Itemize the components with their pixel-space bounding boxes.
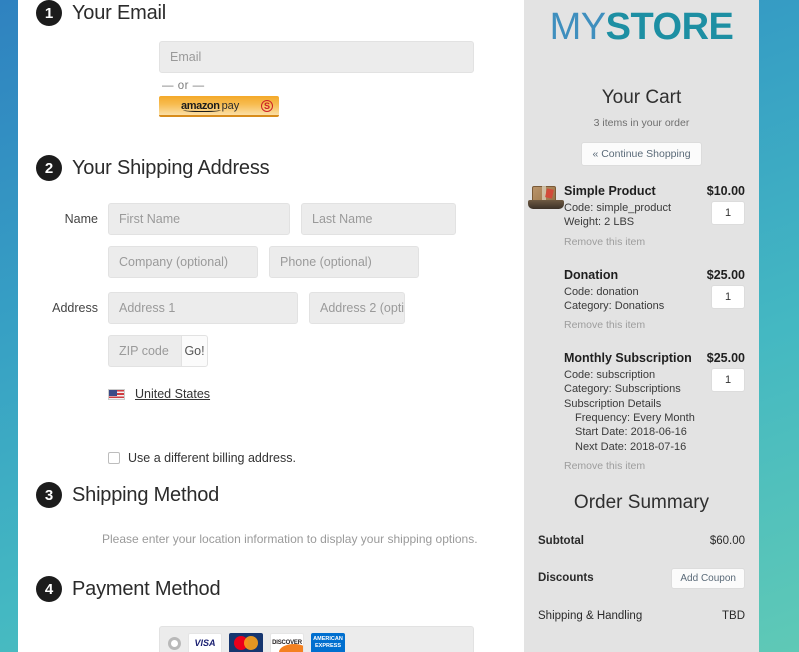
name-row: Name First Name Last Name Company (optio… [36,203,506,278]
us-flag-icon [108,388,125,400]
cart-sidebar: MYSTORE Your Cart 3 items in your order … [524,0,759,652]
summary-row-discounts: Discounts Add Coupon [524,567,759,589]
email-block: Email — or — amazon pay S [159,41,474,117]
amazon-pay-word-pay: pay [221,99,240,112]
amazon-pay-button[interactable]: amazon pay S [159,96,279,117]
step1-header: 1 Your Email [36,0,166,26]
shipping-handling-label: Shipping & Handling [538,609,643,622]
logo-text-store: STORE [605,6,734,48]
address2-input[interactable]: Address 2 (optional) [309,292,405,324]
shipping-handling-value: TBD [722,609,745,622]
subtotal-value: $60.00 [709,534,745,547]
page-title-payment-method: Payment Method [72,577,221,600]
address-fields: Address 1 Address 2 (optional) ZIP code … [108,292,506,465]
name-fields: First Name Last Name Company (optional) … [108,203,506,278]
amex-icon: AMERICAN EXPRESS [311,632,345,652]
section-payment-method: 4 Payment Method VISA DISCOVER AMERICAN E… [36,576,506,652]
or-separator: — or — [162,80,205,92]
cart-item-start-date: Start Date: 2018-06-16 [575,426,687,439]
section-shipping-address: 2 Your Shipping Address Name First Name … [36,155,506,475]
discover-icon: DISCOVER [270,632,304,652]
summary-row-shipping: Shipping & Handling TBD [524,610,759,622]
country-label[interactable]: United States [135,387,210,401]
name-label: Name [64,212,98,226]
subtotal-label: Subtotal [538,534,584,547]
address-row: Address Address 1 Address 2 (optional) Z… [36,292,506,465]
order-summary: Order Summary Subtotal $60.00 Discounts … [524,492,759,622]
cart-item-frequency: Frequency: Every Month [575,412,695,425]
email-input[interactable]: Email [159,41,474,73]
order-summary-title: Order Summary [573,491,710,513]
quantity-input[interactable]: 1 [711,201,745,225]
credit-card-option-row[interactable]: VISA DISCOVER AMERICAN EXPRESS [159,626,474,652]
add-coupon-button[interactable]: Add Coupon [671,567,745,589]
cart-item-price: $10.00 [706,184,745,198]
cart-items-list: Simple Product $10.00 Code: simple_produ… [524,184,759,472]
step-number-badge-3: 3 [36,482,62,508]
cart-item-subscription-heading: Subscription Details [564,397,662,410]
amazon-smile-icon [183,107,221,112]
page-title-email: Your Email [72,1,166,24]
cart-item-name: Donation [564,267,619,282]
different-billing-label: Use a different billing address. [128,451,296,465]
page-title-shipping-method: Shipping Method [72,483,220,506]
shipping-method-note: Please enter your location information t… [102,532,478,546]
discounts-label: Discounts [538,572,594,585]
step-number-badge-4: 4 [36,576,62,602]
step-number-badge-1: 1 [36,0,62,26]
zip-go-button[interactable]: Go! [181,335,208,367]
visa-icon: VISA [188,632,222,652]
list-item: Simple Product $10.00 Code: simple_produ… [528,184,745,248]
product-thumbnail-icon [528,186,566,216]
cart-item-price: $25.00 [706,351,745,366]
remove-item-link[interactable]: Remove this item [564,460,745,472]
section-your-email: 1 Your Email [36,0,166,26]
logo-text-my: MY [549,6,607,48]
cart-item-price: $25.00 [706,267,745,282]
phone-input[interactable]: Phone (optional) [269,246,419,278]
cart-title: Your Cart [601,87,682,108]
last-name-input[interactable]: Last Name [301,203,456,235]
company-input[interactable]: Company (optional) [108,246,258,278]
zip-lookup-group: ZIP code Go! [108,335,208,367]
country-selector[interactable]: United States [108,387,506,401]
mastercard-icon [229,632,263,652]
store-logo[interactable]: MYSTORE [524,0,759,49]
different-billing-checkbox[interactable] [108,452,120,464]
quantity-input[interactable]: 1 [711,368,745,393]
list-item: Monthly Subscription $25.00 Code: subscr… [564,351,745,472]
address-label: Address [52,301,98,315]
step-number-badge-2: 2 [36,155,62,181]
remove-item-link[interactable]: Remove this item [564,236,745,248]
first-name-input[interactable]: First Name [108,203,290,235]
cart-item-name: Simple Product [564,184,656,198]
step3-header: 3 Shipping Method [36,482,506,508]
cart-item-name: Monthly Subscription [564,351,692,366]
continue-shopping-button[interactable]: « Continue Shopping [581,142,702,166]
checkout-panel: 1 Your Email Email — or — amazon pay S 2… [18,0,524,652]
section-shipping-method: 3 Shipping Method Please enter your loca… [36,482,506,546]
cart-item-next-date: Next Date: 2018-07-16 [575,440,687,453]
step4-header: 4 Payment Method [36,576,506,602]
step2-header: 2 Your Shipping Address [36,155,506,181]
billing-address-toggle[interactable]: Use a different billing address. [108,451,506,465]
address1-input[interactable]: Address 1 [108,292,298,324]
checkout-page: 1 Your Email Email — or — amazon pay S 2… [0,0,799,652]
list-item: Donation $25.00 Code: donation Category:… [564,267,745,331]
cart-item-count: 3 items in your order [593,117,690,129]
remove-item-link[interactable]: Remove this item [564,319,745,331]
zip-code-input[interactable]: ZIP code [108,335,182,367]
credit-card-radio[interactable] [168,636,181,650]
amazon-secure-icon: S [261,100,273,112]
page-title-shipping-address: Your Shipping Address [72,156,270,179]
quantity-input[interactable]: 1 [711,284,745,309]
summary-row-subtotal: Subtotal $60.00 [524,535,759,547]
